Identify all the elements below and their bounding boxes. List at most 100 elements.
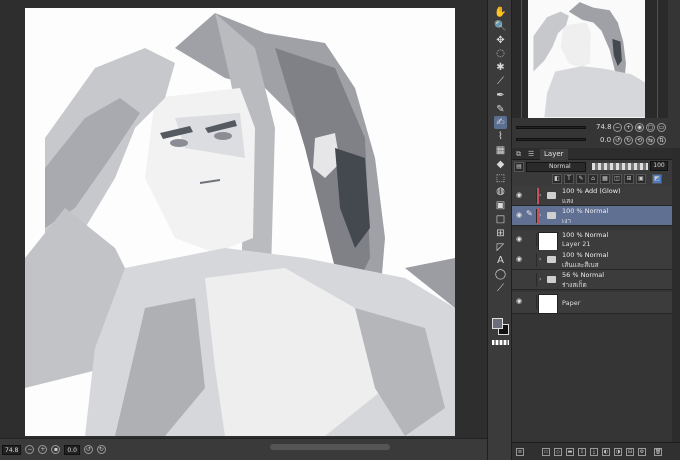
layer-menu-icon[interactable]: ≡	[516, 448, 524, 456]
eyedropper-icon[interactable]: ⟋	[494, 75, 507, 88]
decoration-icon[interactable]: ▦	[494, 144, 507, 157]
layer-color-swatch-icon[interactable]: ◩	[652, 174, 662, 184]
visibility-eye-icon[interactable]: ◉	[516, 192, 523, 199]
lock-layer-icon[interactable]: ⌂	[588, 174, 598, 184]
folder-expand-icon[interactable]: ›	[539, 192, 541, 199]
layer-settings-icon[interactable]: ▤	[514, 162, 524, 172]
line-correction-icon[interactable]: ⟋	[494, 282, 507, 295]
gradient-icon[interactable]: ▣	[494, 199, 507, 212]
navigator-rotate-right-icon[interactable]: ↻	[624, 136, 633, 145]
visibility-eye-icon[interactable]: ◉	[516, 298, 523, 305]
draft-layer-icon[interactable]: ✎	[576, 174, 586, 184]
ruler-icon[interactable]: ◸	[494, 241, 507, 254]
navigator-flip-v-icon[interactable]: ⇅	[657, 136, 666, 145]
blend-mode-select[interactable]: Normal	[526, 162, 586, 172]
layer-property-tab-icon[interactable]: ⧉	[516, 150, 521, 159]
main-color-swatch[interactable]	[492, 318, 503, 329]
layer-lock-slot[interactable]	[526, 273, 537, 287]
opacity-slider[interactable]	[592, 163, 648, 170]
artwork-canvas[interactable]	[25, 8, 455, 436]
apply-mask-icon[interactable]: ◐	[602, 448, 610, 456]
navigator-rotate-left-icon[interactable]: ↺	[613, 136, 622, 145]
layer-row[interactable]: ◉ › 100 % Add (Glow) แสง	[512, 186, 672, 206]
zoom-field[interactable]: 74.8	[2, 444, 22, 455]
figure-icon[interactable]: □	[494, 213, 507, 226]
hand-icon[interactable]: ✋	[494, 6, 507, 19]
magic-wand-icon[interactable]: ✱	[494, 61, 507, 74]
move-icon[interactable]: ✥	[494, 34, 507, 47]
delete-layer-icon[interactable]: 🗑	[654, 448, 662, 456]
navigator-actual-size-icon[interactable]: ◉	[635, 123, 644, 132]
eraser-icon[interactable]: ◆	[494, 158, 507, 171]
layer-lock-slot[interactable]	[526, 233, 537, 247]
layer-color-icon[interactable]: ▣	[636, 174, 646, 184]
folder-expand-icon[interactable]: ›	[539, 256, 541, 263]
lock-transparent-icon[interactable]: ▦	[600, 174, 610, 184]
layer-name: เงา	[562, 217, 572, 225]
ruler-range-icon[interactable]: ⊞	[624, 174, 634, 184]
folder-expand-icon[interactable]: ›	[539, 212, 541, 219]
layer-panel-scrollbar[interactable]	[672, 148, 680, 442]
layer-lock-slot[interactable]	[526, 189, 537, 203]
transparent-color-swatch[interactable]	[492, 340, 509, 345]
ruler-icon[interactable]: ⊟	[626, 448, 634, 456]
new-raster-layer-icon[interactable]: ▭	[542, 448, 550, 456]
layer-row[interactable]: ◉ Paper	[512, 292, 672, 314]
navigator-fit-width-icon[interactable]: ▭	[657, 123, 666, 132]
navigator-zoom-in-icon[interactable]: +	[624, 123, 633, 132]
text-icon[interactable]: A	[494, 254, 507, 267]
new-folder-icon[interactable]: ▬	[566, 448, 574, 456]
brush-icon[interactable]: ✍	[494, 116, 507, 130]
layer-lock-slot[interactable]	[526, 253, 537, 267]
panel-settings-icon[interactable]: ⚙	[638, 448, 646, 456]
tool-palette: ✋ 🔍 ✥ ◌ ✱ ⟋ ✒ ✎ ✍ ⌇ ▦ ◆ ⬚ ◍ ▣ □ ⊞ ◸ A ◯ ⟋	[487, 0, 512, 460]
layer-search-tab-icon[interactable]: ☰	[528, 150, 534, 158]
new-vector-layer-icon[interactable]: ◇	[554, 448, 562, 456]
navigator-reset-rotation-icon[interactable]: ⟲	[635, 136, 644, 145]
visibility-eye-icon[interactable]: ◉	[516, 212, 523, 219]
navigator-zoom-out-icon[interactable]: −	[613, 123, 622, 132]
zoom-icon[interactable]: 🔍	[494, 20, 507, 33]
lasso-icon[interactable]: ◌	[494, 47, 507, 60]
navigator-panel[interactable]	[512, 0, 668, 118]
navigator-zoom-value: 74.8	[596, 123, 612, 131]
balloon-icon[interactable]: ◯	[494, 268, 507, 281]
rotate-left-icon[interactable]: ↺	[83, 445, 93, 454]
pencil-icon[interactable]: ✎	[494, 103, 507, 116]
layer-row[interactable]: ◉ › 100 % Normal เส้นและสีเบส	[512, 250, 672, 270]
visibility-eye-icon[interactable]: ◉	[516, 256, 523, 263]
mask-enable-icon[interactable]: ◫	[612, 174, 622, 184]
fit-icon[interactable]: ▪	[51, 445, 61, 454]
horizontal-scrollbar[interactable]	[270, 444, 390, 450]
rotate-right-icon[interactable]: ↻	[96, 445, 106, 454]
clip-layer-icon[interactable]: ◧	[552, 174, 562, 184]
rotation-field[interactable]: 0.0	[64, 444, 80, 455]
navigator-thumbnail[interactable]	[528, 0, 645, 118]
zoom-in-icon[interactable]: +	[38, 445, 48, 454]
visibility-eye-icon[interactable]	[516, 276, 523, 283]
opacity-value[interactable]: 100	[650, 161, 668, 171]
layer-row[interactable]: ◉ ✎ › 100 % Normal เงา	[512, 206, 672, 226]
status-bar: 74.8 − + ▪ 0.0 ↺ ↻	[0, 438, 487, 460]
navigator-flip-h-icon[interactable]: ⇆	[646, 136, 655, 145]
pen-icon[interactable]: ✒	[494, 89, 507, 102]
merge-down-icon[interactable]: ⤓	[590, 448, 598, 456]
navigator-fit-icon[interactable]: ▢	[646, 123, 655, 132]
reference-layer-icon[interactable]: T	[564, 174, 574, 184]
visibility-eye-icon[interactable]: ◉	[516, 236, 523, 243]
tab-layer[interactable]: Layer	[540, 149, 568, 160]
fill-icon[interactable]: ◍	[494, 185, 507, 198]
zoom-out-icon[interactable]: −	[25, 445, 35, 454]
layer-lock-slot[interactable]	[526, 295, 537, 309]
rotation-slider[interactable]	[516, 138, 586, 141]
blend-icon[interactable]: ⬚	[494, 172, 507, 185]
transfer-down-icon[interactable]: ⇩	[578, 448, 586, 456]
layer-lock-slot[interactable]: ✎	[526, 209, 537, 223]
layer-row[interactable]: › 56 % Normal ร่างสเก็ต	[512, 270, 672, 290]
frame-icon[interactable]: ⊞	[494, 227, 507, 240]
canvas-area[interactable]	[0, 0, 487, 438]
airbrush-icon[interactable]: ⌇	[494, 130, 507, 143]
create-mask-icon[interactable]: ◑	[614, 448, 622, 456]
zoom-slider[interactable]	[516, 126, 586, 129]
folder-expand-icon[interactable]: ›	[539, 276, 541, 283]
